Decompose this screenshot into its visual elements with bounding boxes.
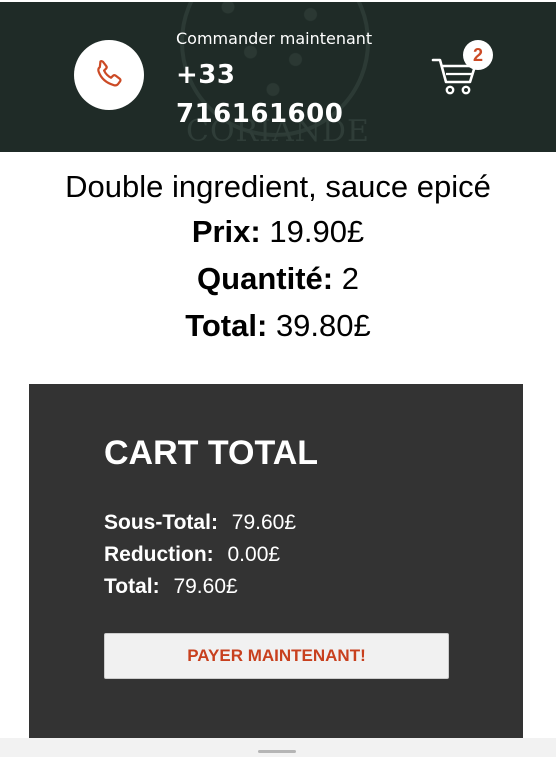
subtotal-row: Sous-Total: 79.60£ bbox=[104, 511, 296, 535]
grand-total-label: Total: bbox=[104, 575, 160, 598]
price-label: Prix: bbox=[191, 214, 261, 249]
price-value: 19.90£ bbox=[269, 214, 365, 249]
price-line: Prix: 19.90£ bbox=[0, 208, 556, 255]
page: CORIANDE Commander maintenant +33 716161… bbox=[0, 0, 556, 757]
call-button[interactable] bbox=[74, 40, 144, 110]
pay-now-button[interactable]: PAYER MAINTENANT! bbox=[104, 633, 449, 679]
subtotal-value: 79.60£ bbox=[231, 511, 297, 534]
bottom-bar bbox=[0, 738, 556, 757]
line-total-label: Total: bbox=[185, 308, 268, 343]
grand-total-value: 79.60£ bbox=[173, 575, 238, 598]
header: CORIANDE Commander maintenant +33 716161… bbox=[0, 2, 556, 152]
line-total-value: 39.80£ bbox=[275, 308, 371, 343]
quantity-value: 2 bbox=[341, 261, 359, 296]
cart-count-badge: 2 bbox=[463, 40, 493, 70]
product-name: Double ingredient, sauce epicé bbox=[65, 169, 491, 204]
reduction-label: Reduction: bbox=[104, 543, 214, 566]
reduction-value: 0.00£ bbox=[227, 543, 281, 566]
grand-total-row: Total: 79.60£ bbox=[104, 575, 238, 599]
cart-total-panel: CART TOTAL Sous-Total: 79.60£ Reduction:… bbox=[29, 384, 523, 744]
quantity-line: Quantité: 2 bbox=[0, 255, 556, 302]
order-now-label: Commander maintenant bbox=[176, 29, 373, 48]
phone-number-link[interactable]: +33 716161600 bbox=[176, 56, 366, 134]
subtotal-label: Sous-Total: bbox=[104, 511, 218, 534]
product-details: Double ingredient, sauce epicé Prix: 19.… bbox=[0, 166, 556, 349]
line-total: Total: 39.80£ bbox=[0, 302, 556, 349]
drag-handle[interactable] bbox=[258, 750, 296, 753]
cart-total-title: CART TOTAL bbox=[104, 434, 319, 472]
reduction-row: Reduction: 0.00£ bbox=[104, 543, 280, 567]
quantity-label: Quantité: bbox=[197, 261, 334, 296]
phone-icon bbox=[97, 60, 122, 87]
